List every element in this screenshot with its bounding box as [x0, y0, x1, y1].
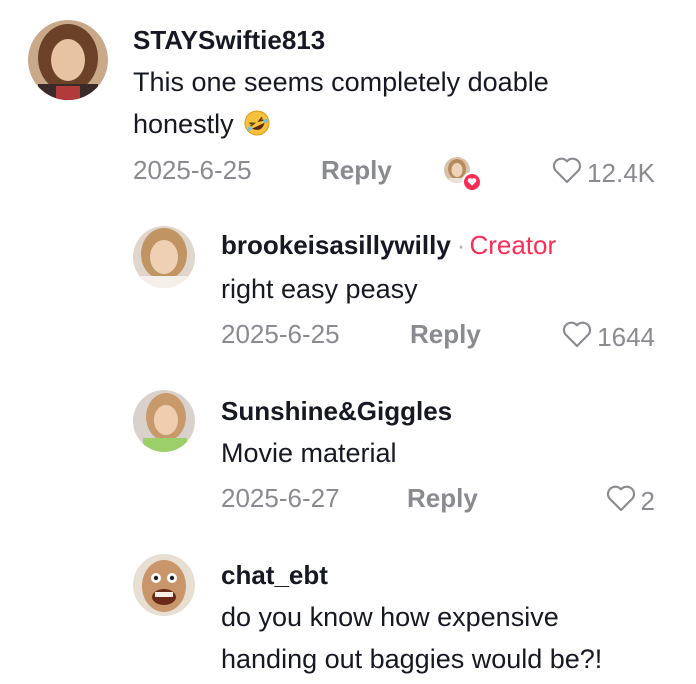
- comment-text: This one seems completely doable honestl…: [133, 61, 549, 149]
- like-count: 2: [640, 486, 655, 516]
- comment-text-line: do you know how expensive: [221, 602, 559, 632]
- comment-date: 2025-6-25: [221, 319, 340, 349]
- comment-text: right easy peasy: [221, 274, 418, 304]
- rofl-emoji-icon: [243, 107, 271, 149]
- comment-username[interactable]: STAYSwiftie813: [133, 25, 325, 56]
- like-count: 12.4K: [587, 158, 655, 188]
- heart-badge-icon: [462, 172, 482, 192]
- creator-separator: ·: [456, 230, 466, 260]
- comment-date: 2025-6-27: [221, 483, 340, 513]
- comment-username[interactable]: brookeisasillywilly · Creator: [221, 230, 556, 261]
- comment-text: Movie material: [221, 438, 397, 468]
- like-button[interactable]: 12.4K: [551, 155, 655, 192]
- comment-item: STAYSwiftie813 This one seems completely…: [0, 0, 696, 200]
- comment-text-line: honestly: [133, 109, 234, 139]
- comment-date: 2025-6-25: [133, 155, 252, 185]
- avatar[interactable]: [133, 390, 195, 452]
- like-button[interactable]: 1644: [561, 319, 655, 356]
- comment-username[interactable]: chat_ebt: [221, 560, 328, 591]
- reply-item: Sunshine&Giggles Movie material 2025-6-2…: [0, 370, 696, 535]
- creator-badge: Creator: [469, 230, 557, 260]
- heart-icon: [561, 319, 593, 356]
- like-count: 1644: [597, 322, 655, 352]
- comment-text: do you know how expensive handing out ba…: [221, 596, 602, 680]
- heart-icon: [551, 155, 583, 192]
- comment-username[interactable]: Sunshine&Giggles: [221, 396, 452, 427]
- reply-item: brookeisasillywilly · Creator right easy p…: [0, 200, 696, 370]
- username-text[interactable]: brookeisasillywilly: [221, 230, 451, 260]
- avatar[interactable]: [28, 20, 108, 100]
- reply-button[interactable]: Reply: [407, 483, 478, 514]
- comment-text-line: handing out baggies would be?!: [221, 644, 603, 674]
- reply-button[interactable]: Reply: [410, 319, 481, 350]
- reply-item: chat_ebt do you know how expensive handi…: [0, 535, 696, 684]
- like-button[interactable]: 2: [605, 483, 655, 520]
- heart-icon: [605, 483, 637, 520]
- comment-text-line: This one seems completely doable: [133, 67, 549, 97]
- avatar[interactable]: [133, 554, 195, 616]
- avatar[interactable]: [133, 226, 195, 288]
- reply-button[interactable]: Reply: [321, 155, 392, 186]
